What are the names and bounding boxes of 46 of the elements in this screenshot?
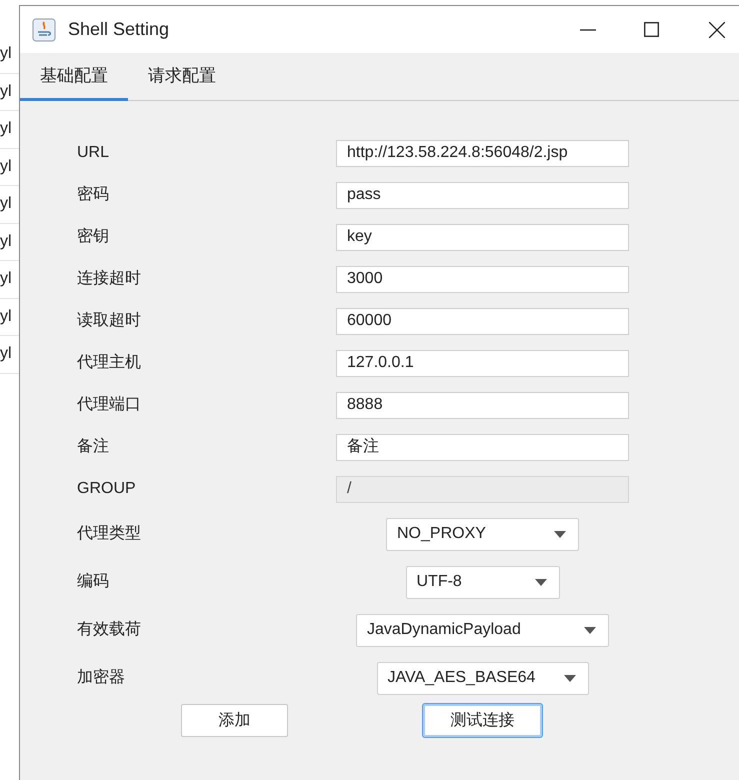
table-cell-text: yl [0,232,12,252]
field-label: 代理端口 [76,394,142,415]
field-label: 加密器 [76,668,126,688]
dropdown[interactable]: JavaDynamicPayload [356,614,609,646]
table-cell-text: yl [0,194,12,214]
field-label: 密码 [76,184,110,205]
tab[interactable]: 基础配置 [20,53,128,101]
caret-icon [554,530,566,538]
input-field[interactable]: key [336,224,629,250]
table-cell-text: yl [0,44,12,64]
table-cell-text: yl [0,156,12,177]
field-label: 连接超时 [76,268,142,289]
field-label: 有效载荷 [76,620,142,640]
field-label: URL [76,143,110,163]
window-title: Shell Setting [68,18,170,41]
caret-icon [564,674,576,682]
close-icon[interactable] [709,22,725,38]
field-label: 代理类型 [76,524,142,544]
dropdown[interactable]: JAVA_AES_BASE64 [376,662,588,694]
input-field[interactable]: 8888 [336,392,629,418]
field-label: 读取超时 [76,310,142,331]
caret-icon [584,626,596,634]
field-label: 编码 [76,572,110,592]
field-label: 备注 [76,436,110,457]
table-cell-text: yl [0,344,12,364]
tab[interactable]: 请求配置 [128,53,236,101]
button[interactable]: 添加 [181,704,288,737]
table-cell-text: yl [0,269,12,290]
table-cell-text: yl [0,306,12,327]
field-label: GROUP [76,479,137,499]
input-field[interactable]: 60000 [336,308,629,334]
input-field[interactable]: pass [336,182,629,208]
field-label: 代理主机 [76,352,142,373]
input-field[interactable]: http://123.58.224.8:56048/2.jsp [336,140,629,166]
app-icon [32,18,56,42]
button[interactable]: 测试连接 [423,704,542,737]
dropdown[interactable]: UTF-8 [406,566,560,598]
field-label: 密钥 [76,226,110,247]
input-field[interactable]: 3000 [336,266,629,292]
maximize-icon[interactable] [644,22,659,37]
dropdown[interactable]: NO_PROXY [386,518,579,550]
table-cell-text: yl [0,119,12,140]
input-field[interactable]: 备注 [336,434,629,460]
input-field[interactable]: 127.0.0.1 [336,350,629,376]
caret-icon [534,578,546,586]
table-cell-text: yl [0,82,12,102]
